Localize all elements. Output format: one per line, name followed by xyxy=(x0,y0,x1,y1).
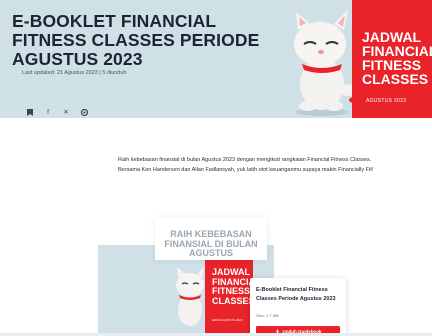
x-icon[interactable]: ✕ xyxy=(62,108,70,116)
thumbnail-red-subtitle: EDISI AGUSTUS 2023 xyxy=(212,318,243,322)
schedule-banner: JADWAL FINANCIAL FITNESS CLASSES AGUSTUS… xyxy=(352,0,432,118)
file-size: Size: 1.7 MB xyxy=(256,313,279,318)
article-intro: Raih kebebasan finansial di bulan Agustu… xyxy=(118,155,418,175)
facebook-icon[interactable]: f xyxy=(44,108,52,116)
mascot-cat-illustration xyxy=(294,10,359,116)
thumbnail-headline-card: RAIH KEBEBASAN FINANSIAL DI BULAN AGUSTU… xyxy=(155,218,267,260)
schedule-banner-title: JADWAL FINANCIAL FITNESS CLASSES xyxy=(362,29,432,87)
schedule-banner-subtitle: AGUSTUS 2023 xyxy=(366,98,407,104)
download-card: E-Booklet Financial Fitness Classes Peri… xyxy=(250,278,346,336)
thumbnail-cat-illustration xyxy=(176,266,204,326)
intro-line-2: Bersama Ken Handersen dan Allan Fadlansy… xyxy=(118,167,374,173)
bookmark-icon[interactable] xyxy=(26,108,34,116)
thumbnail-headline: RAIH KEBEBASAN FINANSIAL DI BULAN AGUSTU… xyxy=(164,229,258,258)
link-icon[interactable] xyxy=(80,108,88,116)
last-updated-text: Last updated: 21 Agustus 2023 | 5 diundu… xyxy=(22,70,127,76)
thumbnail-red-title: JADWAL FINANCIAL FITNESS CLASSES xyxy=(212,267,261,306)
share-bar: f ✕ xyxy=(26,108,88,116)
download-card-title: E-Booklet Financial Fitness Classes Peri… xyxy=(256,287,336,302)
intro-line-1: Raih kebebasan finansial di bulan Agustu… xyxy=(118,157,372,163)
article-hero-banner: E-BOOKLET FINANCIAL FITNESS CLASSES PERI… xyxy=(0,0,432,118)
page-title: E-BOOKLET FINANCIAL FITNESS CLASSES PERI… xyxy=(12,11,260,69)
